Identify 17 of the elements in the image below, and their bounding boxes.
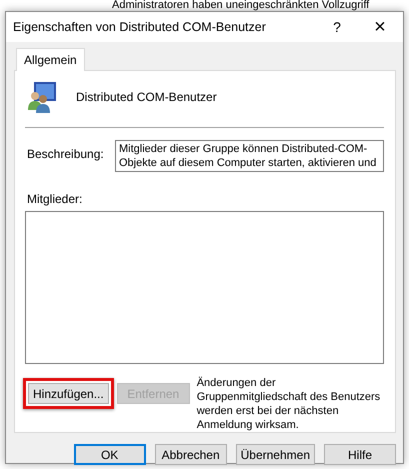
window-title: Eigenschaften von Distributed COM-Benutzer	[13, 20, 267, 34]
description-field[interactable]: Mitglieder dieser Gruppe können Distributed-COM- Objekte auf diesem Computer starten, aktivieren und	[115, 140, 384, 172]
members-list[interactable]	[25, 210, 384, 364]
user-group-icon	[26, 81, 58, 113]
member-button[interactable]: Hinzufügen...	[28, 383, 109, 404]
dialog-button[interactable]: Hilfe	[324, 444, 396, 465]
help-button[interactable]: ?	[317, 12, 357, 42]
close-button[interactable]: ×	[357, 12, 403, 42]
background-text: Administratoren haben uneingeschränkten Vollzugriff	[112, 0, 370, 11]
dialog-button[interactable]: Abbrechen	[154, 444, 227, 465]
members-label: Mitglieder:	[27, 192, 84, 206]
group-name: Distributed COM-Benutzer	[76, 90, 217, 104]
tab[interactable]: Allgemein	[16, 48, 85, 71]
note-text: Änderungen der Gruppenmitgliedschaft des Benutzers werden erst bei der nächsten Anmeldung wirksam.	[196, 376, 382, 432]
dialog-button[interactable]: Übernehmen	[236, 444, 315, 465]
description-label: Beschreibung:	[26, 146, 105, 161]
dialog-button[interactable]: OK	[74, 444, 146, 465]
